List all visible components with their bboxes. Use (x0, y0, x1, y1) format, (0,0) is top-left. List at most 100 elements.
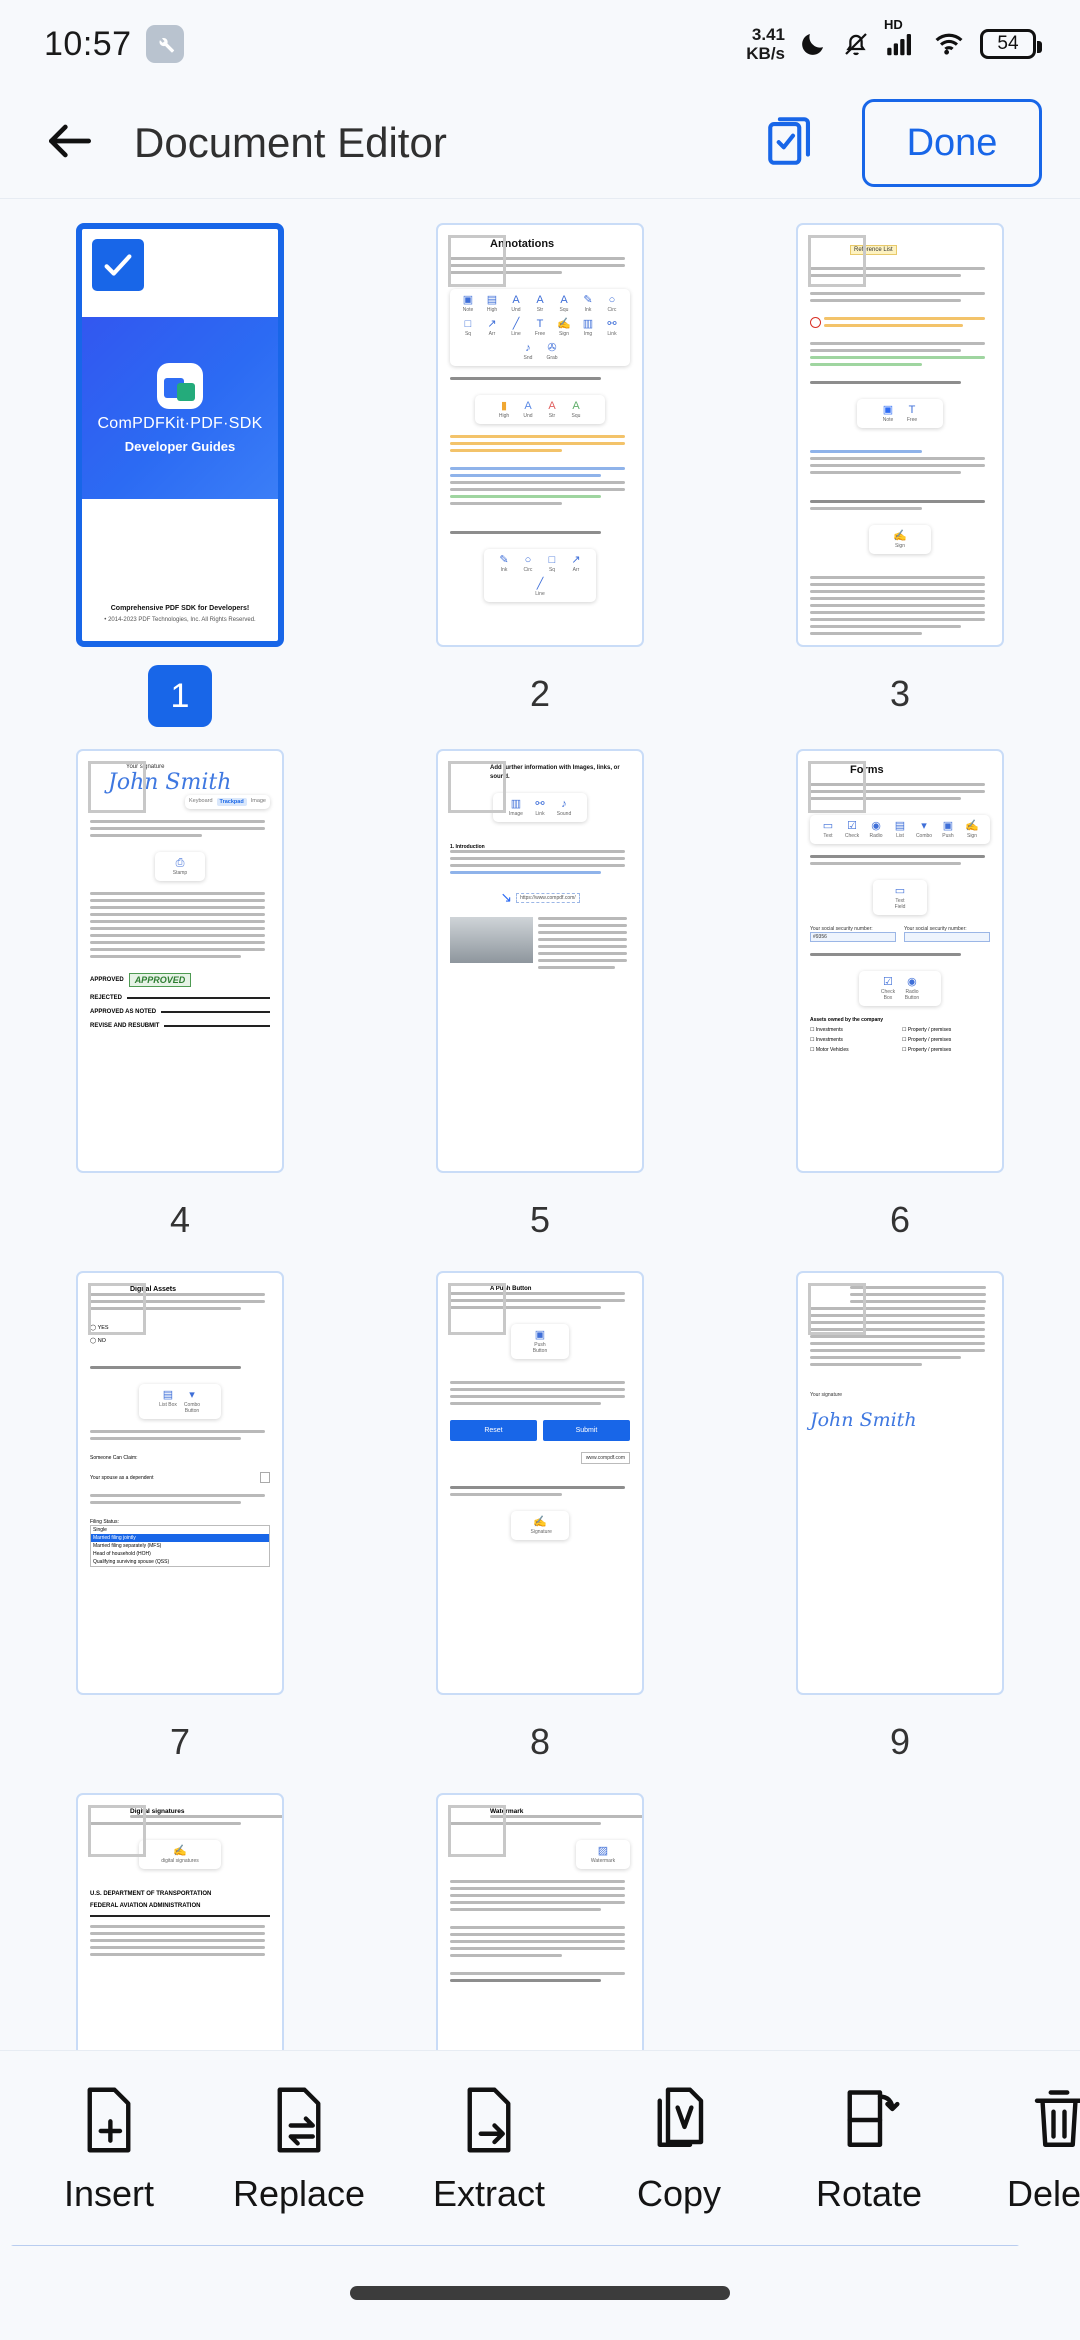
status-label-revise: REVISE AND RESUBMIT (90, 1023, 160, 1029)
page-arrow-right-icon (456, 2083, 522, 2157)
wrench-icon (145, 25, 184, 63)
page-crop-marker (808, 761, 866, 813)
checkbox-radio-toolcard: ☑ Check Box ◉ Radio Button (858, 971, 942, 1006)
field-input-1[interactable]: #9356 (810, 932, 896, 942)
tool-listbox-label: List Box (159, 1402, 177, 1408)
copy-button[interactable]: Copy (584, 2083, 774, 2215)
page-thumbnail[interactable]: Reference List ▣ Note T Free ✍ Sign (796, 223, 1004, 647)
extract-button[interactable]: Extract (394, 2083, 584, 2215)
page-swap-icon (266, 2083, 332, 2157)
link-chip[interactable]: www.compdf.com (580, 1452, 630, 1464)
page-cell-8[interactable]: A Push Button ▣Push Button Reset Submit (360, 1271, 720, 1771)
page-cell-2[interactable]: Annotations ▣ Note ▤ High A Und A Str A Squ ✎… (360, 223, 720, 727)
page-cell-6[interactable]: Forms ▭ Text ☑ Check ◉ Radio ▤ List ▾ Combo ▣… (720, 749, 1080, 1249)
media-toolcard: ▥ Image ⚯ Link ♪ Sound (493, 793, 587, 822)
page-thumbnail[interactable]: Digital Assets ◯ YES ◯ NO ▤ List Box ▾ Com… (76, 1271, 284, 1695)
tool-link-label: Link (535, 811, 545, 817)
thumbnail-row: Digital Assets ◯ YES ◯ NO ▤ List Box ▾ Com… (0, 1271, 1080, 1771)
page-heading: Annotations (490, 238, 555, 250)
checkbox-label: Property / premises (907, 1047, 952, 1053)
page-thumbnail[interactable]: Your signature John Smith Keyboard Track… (76, 749, 284, 1173)
tab-image[interactable]: Image (251, 798, 266, 806)
thumbnail-row: Your signature John Smith Keyboard Track… (0, 749, 1080, 1249)
page-thumbnail[interactable]: Forms ▭ Text ☑ Check ◉ Radio ▤ List ▾ Combo ▣… (796, 749, 1004, 1173)
cover-artwork: ComPDFKit·PDF·SDK Developer Guides (82, 317, 278, 499)
page-number: 1 (148, 665, 212, 727)
list-item[interactable]: Married filing separately (MFS) (91, 1542, 269, 1550)
replace-button[interactable]: Replace (204, 2083, 394, 2215)
org-line-2: FEDERAL AVIATION ADMINISTRATION (90, 1903, 201, 1909)
page-thumbnail[interactable]: ComPDFKit·PDF·SDK Developer Guides Compr… (76, 223, 284, 647)
stamp-toolcard: ⎙ Stamp (154, 852, 206, 881)
page-copy-icon (646, 2083, 712, 2157)
note-toolcard: ▣ Note T Free (856, 399, 944, 428)
page-cell-4[interactable]: Your signature John Smith Keyboard Track… (0, 749, 360, 1249)
checkbox-label: Property / premises (907, 1027, 952, 1033)
page-cell-9[interactable]: Your signature John Smith 9 (720, 1271, 1080, 1771)
network-speed-value: 3.41 (751, 25, 785, 44)
list-item[interactable]: Qualifying surviving spouse (QSS) (91, 1558, 269, 1566)
page-number: 7 (169, 1721, 191, 1762)
trash-icon (1026, 2083, 1080, 2157)
page-thumbnail-grid[interactable]: ComPDFKit·PDF·SDK Developer Guides Compr… (0, 199, 1080, 2140)
status-time: 10:57 (44, 24, 132, 63)
field-input-2[interactable] (904, 932, 990, 942)
list-item[interactable]: Single (91, 1526, 269, 1534)
combo-field[interactable] (260, 1472, 270, 1483)
status-label-rejected: REJECTED (90, 995, 123, 1001)
page-thumbnail[interactable]: Annotations ▣ Note ▤ High A Und A Str A Squ ✎… (436, 223, 644, 647)
list-item[interactable]: Head of household (HOH) (91, 1550, 269, 1558)
markup-toolcard: ▮ High A Und A Str A Squ (475, 395, 605, 424)
page-checkbox[interactable] (92, 239, 144, 291)
reset-button[interactable]: Reset (450, 1420, 537, 1441)
org-line-1: U.S. DEPARTMENT OF TRANSPORTATION (90, 1891, 212, 1897)
page-rotate-icon (836, 2083, 902, 2157)
stamp-tool-label: Stamp (172, 870, 188, 876)
delete-button[interactable]: Delete (964, 2083, 1080, 2215)
bottom-toolbar[interactable]: Insert Replace Extract Copy Rotate Dele (0, 2050, 1080, 2246)
back-button[interactable] (38, 111, 102, 175)
page-crop-marker (808, 1283, 866, 1335)
status-label-approved: APPROVED (90, 977, 124, 983)
extract-label: Extract (432, 2172, 546, 2214)
page-content: Forms ▭ Text ☑ Check ◉ Radio ▤ List ▾ Combo ▣… (798, 751, 1002, 1171)
cover-footer: Comprehensive PDF SDK for Developers! • … (82, 605, 278, 623)
page-heading: Forms (850, 764, 884, 776)
page-cell-3[interactable]: Reference List ▣ Note T Free ✍ Sign 3 (720, 223, 1080, 727)
tab-trackpad[interactable]: Trackpad (216, 798, 247, 806)
page-thumbnail[interactable]: Your signature John Smith (796, 1271, 1004, 1695)
home-indicator[interactable] (350, 2286, 730, 2300)
page-cell-1[interactable]: ComPDFKit·PDF·SDK Developer Guides Compr… (0, 223, 360, 727)
page-thumbnail[interactable]: Add further information with Images, lin… (436, 749, 644, 1173)
app-bar: Document Editor Done (0, 88, 1080, 199)
page-image (450, 917, 533, 963)
signature-mode-tabs[interactable]: Keyboard Trackpad Image (185, 795, 270, 809)
delete-label: Delete (1006, 2172, 1080, 2214)
submit-button[interactable]: Submit (543, 1420, 630, 1441)
rotate-button[interactable]: Rotate (774, 2083, 964, 2215)
select-all-button[interactable] (756, 107, 828, 179)
insert-button[interactable]: Insert (14, 2083, 204, 2215)
tab-keyboard[interactable]: Keyboard (189, 798, 213, 806)
page-thumbnail[interactable]: A Push Button ▣Push Button Reset Submit (436, 1271, 644, 1695)
checkbox-label: Investments (815, 1027, 843, 1033)
tool-image-label: Image (509, 811, 523, 817)
page-number: 5 (529, 1199, 551, 1240)
digital-signature-toolcard: ✍ digital signatures (138, 1840, 222, 1869)
arrow-left-icon (42, 113, 98, 174)
page-number: 4 (169, 1199, 191, 1240)
list-item-selected[interactable]: Married filing jointly (91, 1534, 269, 1542)
done-button[interactable]: Done (862, 99, 1042, 187)
page-title: Document Editor (134, 119, 447, 166)
copy-label: Copy (636, 2172, 722, 2214)
page-cell-7[interactable]: Digital Assets ◯ YES ◯ NO ▤ List Box ▾ Com… (0, 1271, 360, 1771)
tool-signature-label: Signature (530, 1529, 552, 1535)
curved-arrow-icon: ↘ (500, 889, 513, 905)
document-editor-screen: 10:57 3.41 KB/s HD 54 Document Editor Do… (0, 0, 1080, 2340)
page-crop-marker (448, 761, 506, 813)
insert-label: Insert (63, 2172, 155, 2214)
list-box[interactable]: Single Married filing jointly Married fi… (90, 1525, 270, 1567)
page-crop-marker (808, 235, 866, 287)
status-bar-right: 3.41 KB/s HD 54 (746, 17, 1042, 63)
page-cell-5[interactable]: Add further information with Images, lin… (360, 749, 720, 1249)
